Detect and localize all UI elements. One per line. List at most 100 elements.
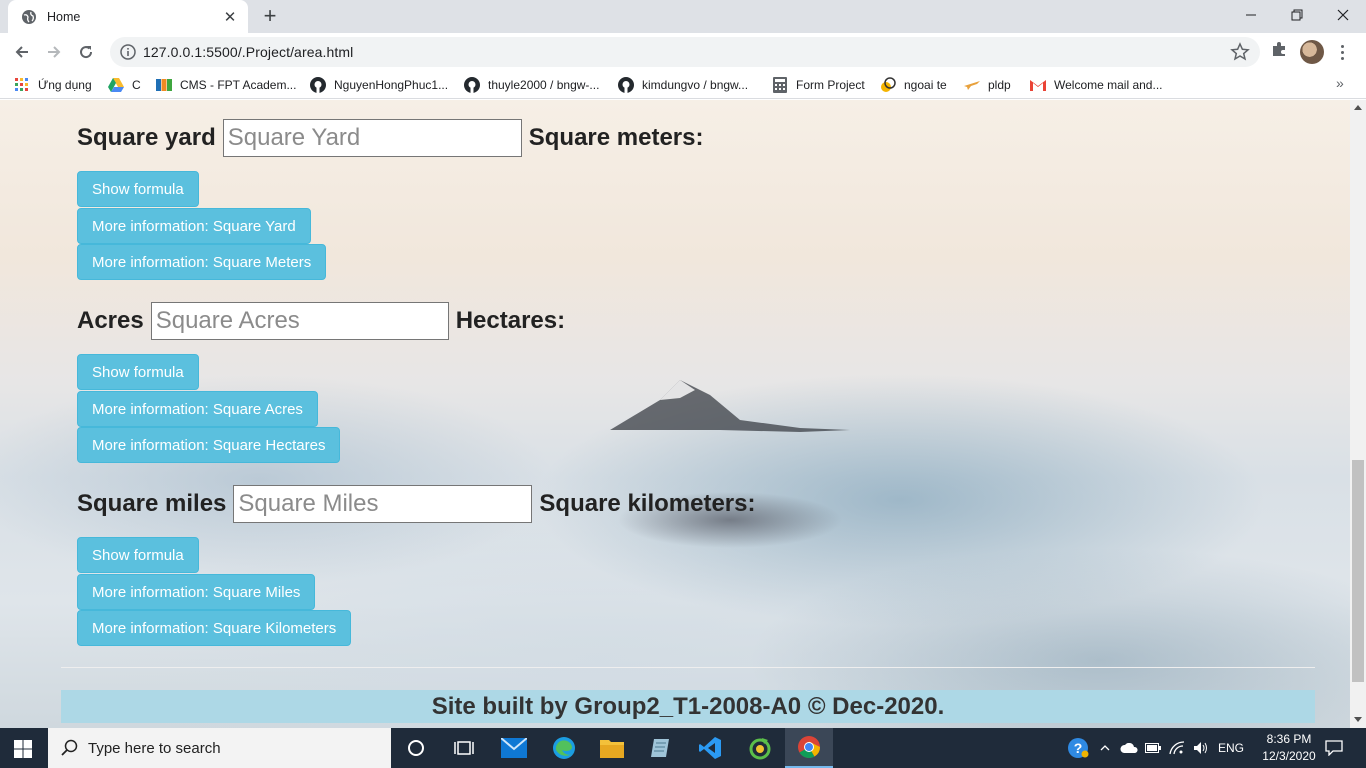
acres-label: Acres xyxy=(77,307,144,334)
bookmark-thuyle2000[interactable]: thuyle2000 / bngw-... xyxy=(464,75,599,95)
vscode-icon xyxy=(699,737,721,759)
app-green-icon xyxy=(749,738,771,760)
more-info-square-acres-button[interactable]: More information: Square Acres xyxy=(77,391,318,427)
edge-icon xyxy=(553,737,575,759)
more-info-square-hectares-button[interactable]: More information: Square Hectares xyxy=(77,427,341,463)
bookmark-label: thuyle2000 / bngw-... xyxy=(488,78,600,92)
show-formula-button-acres[interactable]: Show formula xyxy=(77,354,199,390)
scroll-up-icon[interactable] xyxy=(1354,105,1362,110)
onedrive-tray[interactable] xyxy=(1118,728,1140,768)
more-info-square-yard-button[interactable]: More information: Square Yard xyxy=(77,208,311,244)
tab-strip: Home ✕ + xyxy=(0,0,1366,33)
bookmark-label: Form Project xyxy=(796,78,865,92)
more-info-square-meters-button[interactable]: More information: Square Meters xyxy=(77,244,327,280)
square-miles-input[interactable] xyxy=(233,485,533,523)
scrollbar-thumb[interactable] xyxy=(1352,460,1364,682)
plane-icon xyxy=(964,77,980,93)
bookmark-nguyenhongphuc[interactable]: NguyenHongPhuc1... xyxy=(310,75,448,95)
search-placeholder: Type here to search xyxy=(88,739,221,757)
bookmark-form-project[interactable]: Form Project xyxy=(772,75,865,95)
page-scrollbar[interactable] xyxy=(1350,100,1366,728)
mail-icon xyxy=(501,738,527,758)
edge-app[interactable] xyxy=(540,728,588,768)
acres-row: Acres Hectares: xyxy=(77,302,565,340)
task-view-button[interactable] xyxy=(440,728,488,768)
bookmark-label: Welcome mail and... xyxy=(1054,78,1163,92)
more-info-square-miles-button[interactable]: More information: Square Miles xyxy=(77,574,316,610)
green-app[interactable] xyxy=(736,728,784,768)
more-info-square-kilometers-button[interactable]: More information: Square Kilometers xyxy=(77,610,352,646)
cortana-button[interactable] xyxy=(392,728,440,768)
new-tab-button[interactable]: + xyxy=(258,5,282,28)
site-footer: Site built by Group2_T1-2008-A0 © Dec-20… xyxy=(61,690,1315,723)
notes-app[interactable] xyxy=(636,728,684,768)
footer-divider xyxy=(61,667,1315,668)
fpt-icon xyxy=(156,77,172,93)
close-window-button[interactable] xyxy=(1320,0,1366,30)
vscode-app[interactable] xyxy=(686,728,734,768)
github-icon xyxy=(618,77,634,93)
chrome-app[interactable] xyxy=(785,728,833,768)
reload-button[interactable] xyxy=(74,40,98,64)
minimize-button[interactable] xyxy=(1228,0,1274,30)
bookmark-label: CMS - FPT Academ... xyxy=(180,78,297,92)
currency-icon xyxy=(880,77,896,93)
language-indicator[interactable]: ENG xyxy=(1214,728,1248,768)
windows-start-icon[interactable] xyxy=(14,740,32,758)
scroll-down-icon[interactable] xyxy=(1354,717,1362,722)
bookmark-label: pldp xyxy=(988,78,1011,92)
notification-icon xyxy=(1325,740,1343,756)
show-hidden-icons[interactable] xyxy=(1096,728,1114,768)
action-center[interactable] xyxy=(1320,728,1348,768)
taskbar-search[interactable]: Type here to search xyxy=(48,728,391,768)
back-arrow-icon xyxy=(15,46,28,58)
bookmarks-overflow-icon[interactable]: » xyxy=(1336,75,1344,91)
bookmarks-bar: Ứng dụng C CMS - FPT Academ... NguyenHon… xyxy=(0,71,1366,99)
folder-icon xyxy=(600,740,624,758)
square-meters-label: Square meters: xyxy=(528,124,704,151)
tab-home[interactable]: Home ✕ xyxy=(8,0,248,33)
profile-avatar[interactable] xyxy=(1300,40,1324,64)
bookmark-label: Ứng dụng xyxy=(38,78,92,92)
clock-date: 12/3/2020 xyxy=(1262,749,1316,763)
task-view-icon xyxy=(454,741,474,755)
github-icon xyxy=(464,77,480,93)
chevron-up-icon xyxy=(1100,745,1110,751)
back-button[interactable] xyxy=(10,40,34,64)
show-formula-button-yard[interactable]: Show formula xyxy=(77,171,199,207)
bookmark-label: C xyxy=(132,78,141,92)
mail-app[interactable] xyxy=(490,728,538,768)
address-bar[interactable]: 127.0.0.1:5500/.Project/area.html xyxy=(110,37,1260,67)
info-icon[interactable] xyxy=(120,44,136,60)
bookmark-cms-fpt[interactable]: CMS - FPT Academ... xyxy=(156,75,296,95)
bookmark-star-icon[interactable] xyxy=(1230,42,1250,62)
square-yard-label: Square yard xyxy=(77,124,216,151)
clock-time: 8:36 PM xyxy=(1266,732,1312,746)
show-formula-button-miles[interactable]: Show formula xyxy=(77,537,199,573)
help-tray[interactable]: ? xyxy=(1064,728,1092,768)
square-yard-input[interactable] xyxy=(222,119,522,157)
forward-button[interactable] xyxy=(42,40,66,64)
extensions-icon[interactable] xyxy=(1270,40,1288,58)
volume-tray[interactable] xyxy=(1190,728,1212,768)
battery-tray[interactable] xyxy=(1142,728,1164,768)
bookmark-kimdungvo[interactable]: kimdungvo / bngw... xyxy=(618,75,748,95)
taskbar-clock[interactable]: 8:36 PM 12/3/2020 xyxy=(1253,731,1325,765)
chrome-menu-icon[interactable] xyxy=(1334,40,1350,64)
wifi-icon xyxy=(1169,741,1185,755)
bookmark-pldp[interactable]: pldp xyxy=(964,75,1011,95)
bookmark-ngoai-te[interactable]: ngoai te xyxy=(880,75,947,95)
search-icon xyxy=(61,739,78,756)
windows-taskbar: Type here to search ? ENG 8:36 PM 12/3/2… xyxy=(0,728,1366,768)
restore-button[interactable] xyxy=(1274,0,1320,30)
apps-grid-icon xyxy=(14,77,30,93)
wifi-tray[interactable] xyxy=(1166,728,1188,768)
gmail-icon xyxy=(1030,77,1046,93)
acres-input[interactable] xyxy=(150,302,449,340)
bookmark-c[interactable]: C xyxy=(108,75,141,95)
file-explorer-app[interactable] xyxy=(588,728,636,768)
bookmark-label: NguyenHongPhuc1... xyxy=(334,78,449,92)
bookmark-welcome-mail[interactable]: Welcome mail and... xyxy=(1030,75,1163,95)
close-tab-icon[interactable]: ✕ xyxy=(222,9,238,26)
bookmark-apps[interactable]: Ứng dụng xyxy=(14,75,92,95)
